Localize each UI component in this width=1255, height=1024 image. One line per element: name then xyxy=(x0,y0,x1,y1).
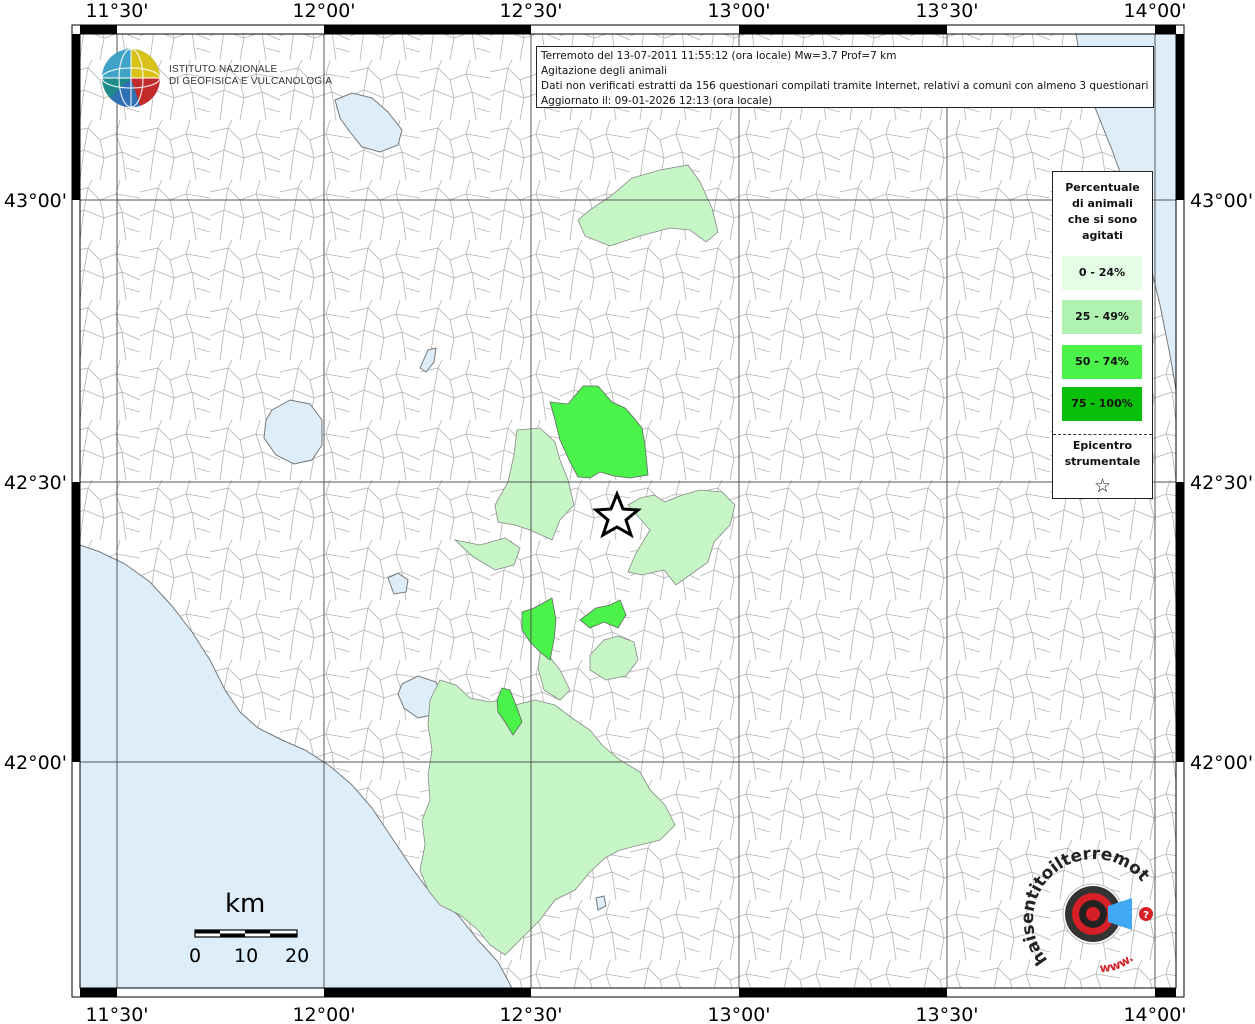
legend-epicenter-line: strumentale xyxy=(1064,455,1141,468)
legend-title: Percentuale di animali che si sono agita… xyxy=(1053,172,1152,244)
scale-tick-label: 0 xyxy=(189,945,202,967)
logo-line-1: ISTITUTO NAZIONALE xyxy=(169,64,278,75)
legend-class-75-100: 75 - 100% xyxy=(1062,387,1142,421)
scale-unit: km xyxy=(225,889,266,919)
logo-line-2: DI GEOFISICA E VULCANOLOGIA xyxy=(169,76,333,87)
svg-text:?: ? xyxy=(1143,910,1149,921)
scale-bar xyxy=(194,929,298,938)
map-canvas: 11°30' 12°00' 12°30' 13°00' 13°30' 14°00… xyxy=(0,0,1253,1024)
legend-title-line: di animali xyxy=(1072,197,1133,210)
map-subtitle: Agitazione degli animali xyxy=(541,65,668,77)
scale-tick-label: 10 xyxy=(234,945,259,967)
legend-epicenter-label: Epicentro strumentale xyxy=(1053,438,1152,470)
lat-label-right: 43°00' xyxy=(1190,190,1253,212)
legend-divider xyxy=(1053,434,1152,435)
lon-label-bottom: 12°00' xyxy=(292,1004,355,1024)
legend-class-50-74: 50 - 74% xyxy=(1062,345,1142,379)
lat-label-left: 42°30' xyxy=(4,472,67,494)
legend-epicenter-line: Epicentro xyxy=(1072,439,1133,452)
ingv-logo-icon xyxy=(101,48,161,108)
legend: Percentuale di animali che si sono agita… xyxy=(1052,171,1153,499)
lon-label-top: 12°00' xyxy=(292,0,355,22)
lon-label-top: 13°30' xyxy=(915,0,978,22)
event-info-box: Terremoto del 13-07-2011 11:55:12 (ora l… xyxy=(536,46,1154,108)
legend-title-line: Percentuale xyxy=(1065,181,1140,194)
lon-label-bottom: 13°00' xyxy=(707,1004,770,1024)
lon-label-bottom: 12°30' xyxy=(499,1004,562,1024)
lat-label-left: 42°00' xyxy=(4,752,67,774)
lon-label-top: 13°00' xyxy=(707,0,770,22)
updated-timestamp: Aggiornato il: 09-01-2026 12:13 (ora loc… xyxy=(541,95,773,107)
lat-label-left: 43°00' xyxy=(4,190,67,212)
lon-label-bottom: 11°30' xyxy=(85,1004,148,1024)
legend-class-0-24: 0 - 24% xyxy=(1062,256,1142,290)
data-note: Dati non verificati estratti da 156 ques… xyxy=(541,80,1149,92)
lon-label-bottom: 13°30' xyxy=(915,1004,978,1024)
lat-label-right: 42°00' xyxy=(1190,752,1253,774)
scale-tick-label: 20 xyxy=(285,945,310,967)
lon-label-top: 14°00' xyxy=(1123,0,1186,22)
legend-title-line: che si sono xyxy=(1067,213,1138,226)
lon-label-top: 12°30' xyxy=(499,0,562,22)
legend-star-icon: ☆ xyxy=(1093,475,1112,497)
event-title: Terremoto del 13-07-2011 11:55:12 (ora l… xyxy=(541,50,897,62)
legend-title-line: agitati xyxy=(1082,229,1123,242)
lon-label-top: 11°30' xyxy=(85,0,148,22)
lon-label-bottom: 14°00' xyxy=(1123,1004,1186,1024)
lat-label-right: 42°30' xyxy=(1190,472,1253,494)
legend-class-25-49: 25 - 49% xyxy=(1062,300,1142,334)
ingv-logo-text: ISTITUTO NAZIONALE DI GEOFISICA E VULCAN… xyxy=(169,64,332,88)
